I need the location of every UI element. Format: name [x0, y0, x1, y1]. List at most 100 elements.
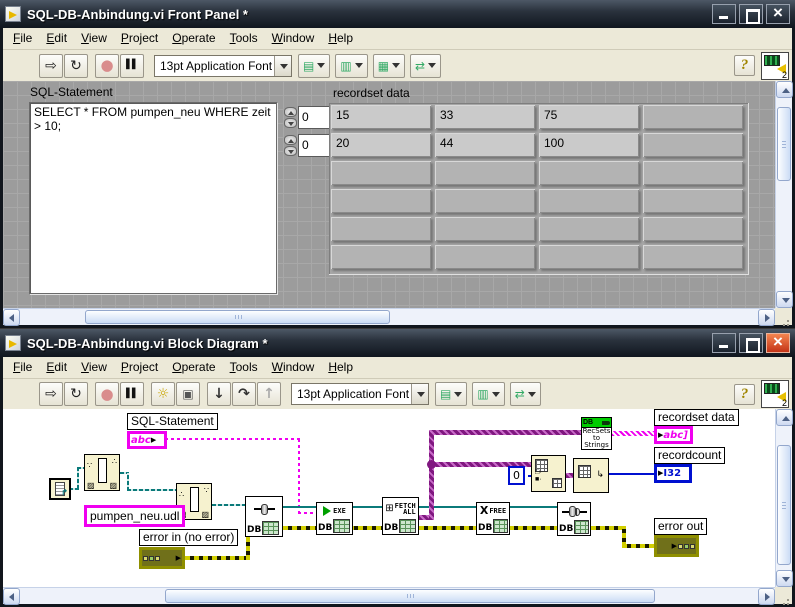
scroll-down-icon[interactable]: [776, 570, 793, 587]
table-cell[interactable]: [435, 217, 535, 241]
sql-statement-node-label[interactable]: SQL-Statement: [127, 413, 218, 430]
table-cell[interactable]: 15: [331, 105, 431, 129]
menu-view[interactable]: View: [75, 358, 115, 377]
toolbar-distribute-objects-dropdown[interactable]: ▥: [335, 53, 368, 78]
db-free-object-node[interactable]: X FREE DB: [476, 502, 510, 535]
close-icon[interactable]: [766, 3, 790, 24]
decrement-icon[interactable]: [284, 118, 297, 128]
scrollbar-thumb[interactable]: [777, 445, 791, 565]
error-out-terminal[interactable]: ▶: [654, 535, 699, 557]
udl-path-constant[interactable]: pumpen_neu.udl: [84, 505, 186, 527]
table-cell[interactable]: [539, 189, 639, 213]
toolbar-retain-wire-values-button[interactable]: ▣: [176, 382, 200, 406]
db-open-connection-node[interactable]: DB: [245, 496, 283, 537]
error-out-label[interactable]: error out: [654, 518, 708, 535]
table-cell[interactable]: [435, 245, 535, 269]
menu-help[interactable]: Help: [322, 29, 361, 48]
toolbar-distribute-objects-dropdown[interactable]: ▥: [472, 382, 505, 406]
recordset-data-terminal[interactable]: ▶ abc]: [654, 426, 693, 444]
menu-window[interactable]: Window: [266, 358, 323, 377]
resize-grip[interactable]: [775, 308, 792, 325]
error-in-label[interactable]: error in (no error): [139, 529, 239, 546]
menu-file[interactable]: File: [7, 29, 40, 48]
recordset-data-node-label[interactable]: recordset data: [654, 409, 739, 426]
table-cell[interactable]: 33: [435, 105, 535, 129]
chevron-down-icon[interactable]: [274, 55, 291, 76]
toolbar-align-objects-dropdown[interactable]: ▤: [298, 53, 331, 78]
horizontal-scrollbar[interactable]: [3, 308, 775, 326]
array-size-node[interactable]: ↳: [573, 458, 609, 493]
menu-window[interactable]: Window: [266, 29, 323, 48]
scroll-right-icon[interactable]: [758, 309, 775, 326]
toolbar-step-into-button[interactable]: ↓: [207, 382, 231, 406]
toolbar-run-button[interactable]: ⇨: [39, 382, 63, 406]
table-cell[interactable]: [643, 189, 743, 213]
menu-project[interactable]: Project: [115, 29, 166, 48]
close-icon[interactable]: [766, 332, 790, 353]
horizontal-scrollbar[interactable]: [3, 587, 775, 605]
toolbar-pause-button[interactable]: ▌▌: [120, 53, 144, 78]
menu-help[interactable]: Help: [322, 358, 361, 377]
menu-tools[interactable]: Tools: [224, 29, 266, 48]
resize-grip[interactable]: [775, 587, 792, 604]
menu-edit[interactable]: Edit: [40, 358, 75, 377]
table-cell[interactable]: [643, 217, 743, 241]
recsets-to-strings-node[interactable]: DB RecSets to Strings: [581, 417, 612, 450]
menu-operate[interactable]: Operate: [166, 358, 223, 377]
vertical-scrollbar[interactable]: [775, 81, 793, 308]
toolbar-run-continuously-button[interactable]: ↻: [64, 53, 88, 78]
maximize-icon[interactable]: [739, 333, 763, 353]
table-cell[interactable]: [539, 245, 639, 269]
index-constant[interactable]: 0: [508, 466, 525, 485]
table-cell[interactable]: 100: [539, 133, 639, 157]
menu-project[interactable]: Project: [115, 358, 166, 377]
sql-statement-terminal[interactable]: abc ▶: [127, 431, 167, 449]
table-cell[interactable]: 75: [539, 105, 639, 129]
block-diagram-titlebar[interactable]: SQL-DB-Anbindung.vi Block Diagram *: [0, 329, 795, 357]
font-selector[interactable]: 13pt Application Font: [291, 383, 429, 405]
toolbar-run-button[interactable]: ⇨: [39, 53, 63, 78]
table-cell[interactable]: 20: [331, 133, 431, 157]
table-cell[interactable]: [539, 161, 639, 185]
col-index-spinner[interactable]: 0: [284, 134, 333, 157]
toolbar-pause-button[interactable]: ▌▌: [120, 382, 144, 406]
db-execute-query-node[interactable]: EXE DB: [316, 502, 353, 535]
vi-connector-pane-icon[interactable]: 2: [761, 51, 789, 80]
current-vi-path-node[interactable]: ↱: [49, 478, 71, 500]
toolbar-resize-objects-dropdown[interactable]: ▦: [372, 53, 406, 78]
row-index-spinner[interactable]: 0: [284, 106, 333, 129]
font-selector[interactable]: 13pt Application Font: [154, 54, 292, 77]
increment-icon[interactable]: [284, 135, 297, 145]
table-cell[interactable]: [331, 245, 431, 269]
scroll-right-icon[interactable]: [758, 588, 775, 605]
recordcount-node-label[interactable]: recordcount: [654, 447, 726, 464]
scrollbar-thumb[interactable]: [85, 310, 390, 324]
scroll-left-icon[interactable]: [3, 588, 20, 605]
help-button[interactable]: ?: [734, 55, 755, 76]
scrollbar-thumb[interactable]: [777, 107, 791, 181]
increment-icon[interactable]: [284, 107, 297, 117]
scrollbar-thumb[interactable]: [165, 589, 655, 603]
col-index-value[interactable]: 0: [298, 134, 332, 157]
vi-connector-pane-icon[interactable]: 2: [761, 380, 789, 408]
menu-view[interactable]: View: [75, 29, 115, 48]
error-in-terminal[interactable]: ▶: [139, 547, 185, 569]
menu-tools[interactable]: Tools: [224, 358, 266, 377]
toolbar-reorder-objects-dropdown[interactable]: ⇄: [509, 382, 541, 406]
menu-operate[interactable]: Operate: [166, 29, 223, 48]
vertical-scrollbar[interactable]: [775, 409, 793, 587]
chevron-down-icon[interactable]: [411, 384, 428, 404]
table-cell[interactable]: [643, 133, 743, 157]
scroll-up-icon[interactable]: [776, 409, 793, 426]
table-cell[interactable]: [331, 217, 431, 241]
table-cell[interactable]: [539, 217, 639, 241]
scroll-down-icon[interactable]: [776, 291, 793, 308]
db-close-connection-node[interactable]: DB: [557, 502, 591, 536]
db-fetch-recordset-node[interactable]: ⊞ FETCH ALL DB: [382, 497, 419, 535]
table-cell[interactable]: [331, 189, 431, 213]
decrement-icon[interactable]: [284, 146, 297, 156]
table-cell[interactable]: [331, 161, 431, 185]
sql-statement-input[interactable]: SELECT * FROM pumpen_neu WHERE zeit > 10…: [29, 102, 277, 294]
table-cell[interactable]: [643, 105, 743, 129]
table-cell[interactable]: [643, 161, 743, 185]
